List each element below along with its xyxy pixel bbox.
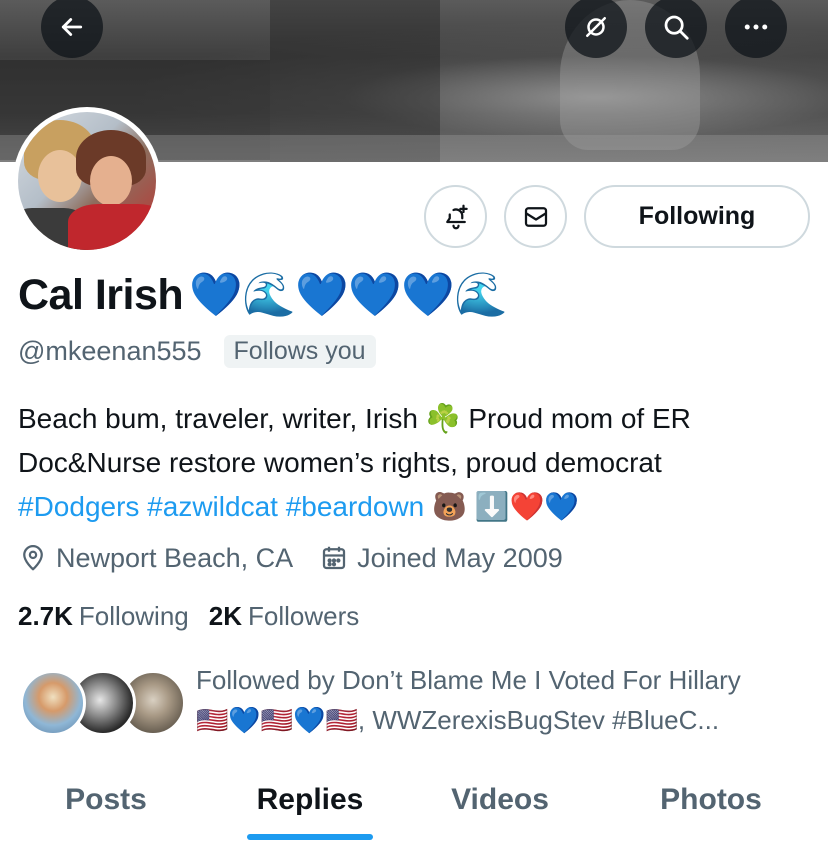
followers-count-label: Followers (248, 600, 360, 631)
envelope-icon (524, 206, 547, 227)
back-button[interactable] (41, 0, 103, 58)
more-icon (744, 24, 768, 30)
calendar-icon (322, 546, 346, 570)
tab-replies[interactable]: Replies (240, 770, 380, 830)
avatar[interactable] (13, 107, 161, 255)
arrow-left-icon (61, 18, 83, 36)
followed-by-line: Followed by Don’t Blame Me I Voted For H… (196, 665, 741, 695)
handle-row: @mkeenan555 Follows you (18, 333, 376, 369)
search-icon (664, 15, 689, 40)
notify-button[interactable] (424, 185, 487, 248)
search-button[interactable] (645, 0, 707, 58)
profile-tabs: Posts Replies Videos Photos (0, 770, 828, 841)
message-button[interactable] (504, 185, 567, 248)
following-count-value: 2.7K (18, 600, 73, 631)
followed-by-text[interactable]: Followed by Don’t Blame Me I Voted For H… (196, 660, 808, 740)
bio-line: Doc&Nurse restore women’s rights, proud … (18, 447, 662, 478)
following-count-label: Following (78, 600, 189, 631)
bio-line: Beach bum, traveler, writer, Irish ☘️ Pr… (18, 403, 691, 434)
location-text: Newport Beach, CA (56, 542, 294, 573)
bio-line: #Dodgers #azwildcat #beardown 🐻 ⬇️❤️💙 (18, 485, 808, 529)
location: Newport Beach, CA (18, 543, 293, 574)
join-date: Joined May 2009 (319, 543, 563, 574)
following-button[interactable]: Following (584, 185, 810, 248)
avatar-image (18, 112, 156, 250)
following-count[interactable]: 2.7K Following (18, 601, 189, 632)
followed-by-line: 🇺🇸💙🇺🇸💙🇺🇸, WWZerexisBugStev #BlueC... (196, 705, 720, 735)
active-tab-indicator (247, 834, 373, 840)
display-name-emojis: 💙🌊💙💙💙🌊 (189, 271, 508, 319)
follow-counts: 2.7K Following 2K Followers (18, 598, 379, 634)
bio-emojis: 🐻 ⬇️❤️💙 (432, 491, 580, 522)
follows-you-badge: Follows you (223, 334, 376, 368)
handle: @mkeenan555 (18, 335, 202, 366)
location-pin-icon (23, 545, 43, 571)
more-button[interactable] (725, 0, 787, 58)
display-name-text: Cal Irish (18, 271, 184, 319)
join-date-text: Joined May 2009 (357, 542, 563, 573)
followers-count[interactable]: 2K Followers (209, 601, 360, 632)
tab-posts[interactable]: Posts (36, 770, 176, 830)
tab-photos[interactable]: Photos (640, 770, 782, 830)
profile-meta: Newport Beach, CA Joined May 2009 (18, 538, 589, 578)
bio-hashtags[interactable]: #Dodgers #azwildcat #beardown (18, 491, 424, 522)
tab-videos[interactable]: Videos (430, 770, 570, 830)
eye-off-icon (586, 17, 606, 37)
avatar (20, 670, 86, 736)
bio: Beach bum, traveler, writer, Irish ☘️ Pr… (18, 397, 808, 529)
bell-plus-icon (445, 204, 468, 229)
followed-by-avatars[interactable] (20, 670, 186, 740)
display-name: Cal Irish 💙🌊💙💙💙🌊 (18, 270, 508, 320)
followers-count-value: 2K (208, 600, 242, 631)
